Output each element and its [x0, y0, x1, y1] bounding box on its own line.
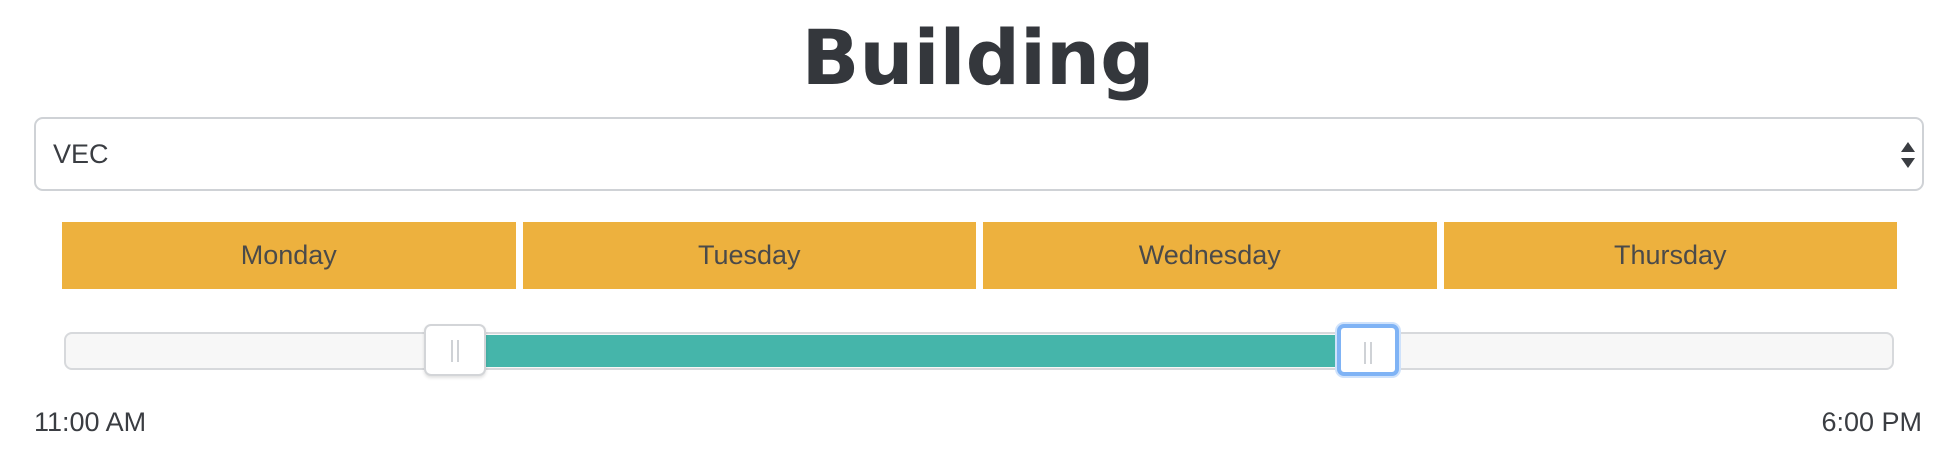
building-select-value: VEC — [53, 139, 109, 169]
end-time-label: 6:00 PM — [1821, 407, 1922, 437]
time-range-slider[interactable] — [64, 324, 1894, 376]
page-title: Building — [801, 13, 1155, 102]
tab-thursday[interactable]: Thursday — [1443, 222, 1897, 289]
day-tabs: Monday Tuesday Wednesday Thursday — [62, 222, 1897, 289]
slider-selected-range — [454, 335, 1368, 367]
tab-tuesday[interactable]: Tuesday — [522, 222, 976, 289]
tab-wednesday[interactable]: Wednesday — [983, 222, 1437, 289]
up-down-arrows-icon — [1901, 142, 1915, 168]
tab-monday[interactable]: Monday — [62, 222, 516, 289]
slider-handle-end[interactable] — [1336, 324, 1399, 376]
building-select[interactable]: VEC — [34, 117, 1924, 191]
start-time-label: 11:00 AM — [34, 407, 147, 437]
grip-icon — [1363, 342, 1372, 364]
grip-icon — [450, 340, 459, 362]
slider-handle-start[interactable] — [423, 324, 486, 376]
